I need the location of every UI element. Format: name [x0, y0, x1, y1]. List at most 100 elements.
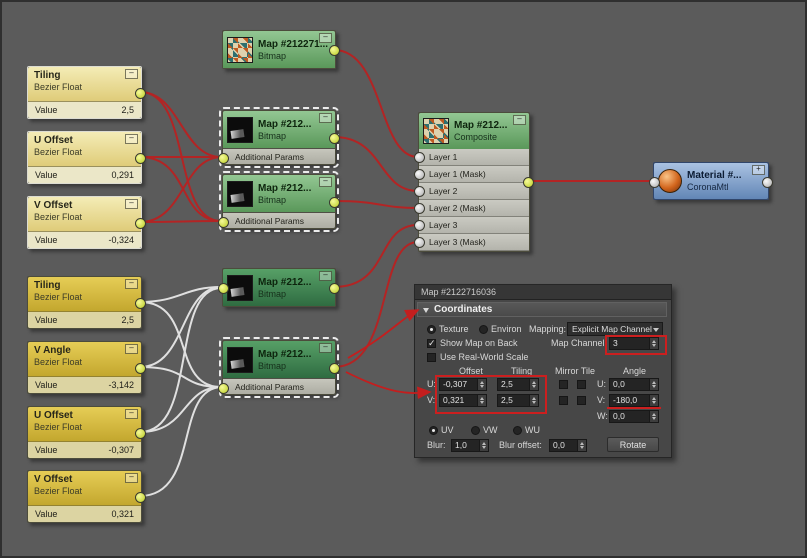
composite-slot-layer3-mask[interactable]: Layer 3 (Mask): [414, 234, 529, 251]
output-socket[interactable]: [135, 492, 146, 503]
node-header[interactable]: V Angle Bezier Float –: [28, 342, 141, 377]
material-node-coronamtl[interactable]: Material #... CoronaMtl +: [649, 162, 773, 200]
spinner-icon[interactable]: [529, 395, 538, 406]
input-socket[interactable]: [414, 237, 425, 248]
output-socket[interactable]: [135, 153, 146, 164]
w-angle-field[interactable]: 0,0: [609, 410, 659, 423]
spinner-icon[interactable]: [649, 379, 658, 390]
node-header[interactable]: Map #212... Bitmap –: [223, 269, 335, 306]
composite-slot-layer3[interactable]: Layer 3: [414, 217, 529, 234]
v-offset-field[interactable]: 0,321: [439, 394, 487, 407]
output-socket[interactable]: [135, 298, 146, 309]
controller-node-voffset-1[interactable]: V Offset Bezier Float – Value -0,324: [27, 196, 146, 249]
collapse-button[interactable]: –: [319, 33, 332, 43]
input-socket[interactable]: [649, 177, 660, 188]
controller-node-tiling-2[interactable]: Tiling Bezier Float – Value 2,5: [27, 276, 146, 329]
output-socket[interactable]: [135, 88, 146, 99]
mapping-dropdown[interactable]: Explicit Map Channel: [567, 322, 663, 336]
collapse-button[interactable]: –: [319, 343, 332, 353]
show-map-on-back-checkbox[interactable]: [427, 338, 436, 349]
output-socket[interactable]: [762, 177, 773, 188]
input-socket[interactable]: [218, 217, 229, 228]
v-tiling-field[interactable]: 2,5: [497, 394, 539, 407]
node-header[interactable]: Tiling Bezier Float –: [28, 67, 141, 102]
output-socket[interactable]: [329, 197, 340, 208]
composite-node[interactable]: Map #212... Composite – Layer 1 Layer 1 …: [414, 112, 534, 252]
input-socket[interactable]: [218, 383, 229, 394]
collapse-button[interactable]: –: [125, 199, 138, 209]
wu-radio[interactable]: [513, 426, 522, 435]
spinner-icon[interactable]: [649, 338, 658, 349]
additional-params-slot[interactable]: Additional Params: [223, 212, 335, 228]
spinner-icon[interactable]: [529, 379, 538, 390]
bitmap-node-3[interactable]: Map #212... Bitmap – Additional Params: [218, 171, 340, 232]
environ-radio[interactable]: [479, 325, 488, 334]
output-socket[interactable]: [329, 363, 340, 374]
input-socket[interactable]: [218, 283, 229, 294]
controller-node-uoffset-2[interactable]: U Offset Bezier Float – Value -0,307: [27, 406, 146, 459]
input-socket[interactable]: [218, 153, 229, 164]
blur-offset-field[interactable]: 0,0: [549, 439, 587, 452]
spinner-icon[interactable]: [577, 440, 586, 451]
collapse-button[interactable]: –: [319, 271, 332, 281]
input-socket[interactable]: [414, 186, 425, 197]
node-header[interactable]: Map #212... Bitmap –: [223, 341, 335, 378]
u-angle-field[interactable]: 0,0: [609, 378, 659, 391]
controller-node-tiling-1[interactable]: Tiling Bezier Float – Value 2,5: [27, 66, 146, 119]
node-header[interactable]: V Offset Bezier Float –: [28, 471, 141, 506]
collapse-button[interactable]: –: [125, 473, 138, 483]
node-header[interactable]: Map #212271... Bitmap –: [223, 31, 335, 68]
uv-radio[interactable]: [429, 426, 438, 435]
u-tiling-field[interactable]: 2,5: [497, 378, 539, 391]
use-real-world-scale-checkbox[interactable]: [427, 353, 436, 362]
bitmap-node-2[interactable]: Map #212... Bitmap – Additional Params: [218, 107, 340, 168]
node-header[interactable]: Tiling Bezier Float –: [28, 277, 141, 312]
node-header[interactable]: U Offset Bezier Float –: [28, 407, 141, 442]
spinner-icon[interactable]: [649, 411, 658, 422]
spinner-icon[interactable]: [649, 395, 658, 406]
vw-radio[interactable]: [471, 426, 480, 435]
blur-field[interactable]: 1,0: [451, 439, 489, 452]
composite-slot-layer1-mask[interactable]: Layer 1 (Mask): [414, 166, 529, 183]
controller-node-vangle[interactable]: V Angle Bezier Float – Value -3,142: [27, 341, 146, 394]
output-socket[interactable]: [135, 363, 146, 374]
u-mirror-checkbox[interactable]: [559, 380, 568, 389]
additional-params-slot[interactable]: Additional Params: [223, 378, 335, 394]
input-socket[interactable]: [414, 203, 425, 214]
spinner-icon[interactable]: [477, 379, 486, 390]
input-socket[interactable]: [414, 220, 425, 231]
output-socket[interactable]: [135, 218, 146, 229]
additional-params-slot[interactable]: Additional Params: [223, 148, 335, 164]
v-angle-field[interactable]: -180,0: [609, 394, 659, 407]
output-socket[interactable]: [329, 283, 340, 294]
controller-node-voffset-2[interactable]: V Offset Bezier Float – Value 0,321: [27, 470, 146, 523]
composite-slot-layer1[interactable]: Layer 1: [414, 149, 529, 166]
output-socket[interactable]: [329, 133, 340, 144]
node-header[interactable]: Material #... CoronaMtl +: [654, 163, 768, 199]
spinner-icon[interactable]: [479, 440, 488, 451]
v-tile-checkbox[interactable]: [577, 396, 586, 405]
output-socket[interactable]: [329, 45, 340, 56]
node-header[interactable]: Map #212... Bitmap –: [223, 175, 335, 212]
collapse-button[interactable]: –: [125, 134, 138, 144]
collapse-button[interactable]: –: [319, 113, 332, 123]
rotate-button[interactable]: Rotate: [607, 437, 659, 452]
collapse-button[interactable]: –: [125, 344, 138, 354]
bitmap-node-4[interactable]: Map #212... Bitmap –: [218, 268, 340, 307]
controller-node-uoffset-1[interactable]: U Offset Bezier Float – Value 0,291: [27, 131, 146, 184]
map-channel-field[interactable]: 3: [609, 337, 659, 350]
output-socket[interactable]: [523, 177, 534, 188]
node-header[interactable]: Map #212... Bitmap –: [223, 111, 335, 148]
collapse-button[interactable]: –: [513, 115, 526, 125]
v-mirror-checkbox[interactable]: [559, 396, 568, 405]
node-header[interactable]: V Offset Bezier Float –: [28, 197, 141, 232]
collapse-button[interactable]: –: [319, 177, 332, 187]
node-header[interactable]: U Offset Bezier Float –: [28, 132, 141, 167]
add-button[interactable]: +: [752, 165, 765, 175]
collapse-button[interactable]: –: [125, 279, 138, 289]
node-header[interactable]: Map #212... Composite –: [419, 113, 529, 149]
u-tile-checkbox[interactable]: [577, 380, 586, 389]
bitmap-node-5-selected[interactable]: Map #212... Bitmap – Additional Params: [218, 337, 340, 398]
output-socket[interactable]: [135, 428, 146, 439]
input-socket[interactable]: [414, 152, 425, 163]
